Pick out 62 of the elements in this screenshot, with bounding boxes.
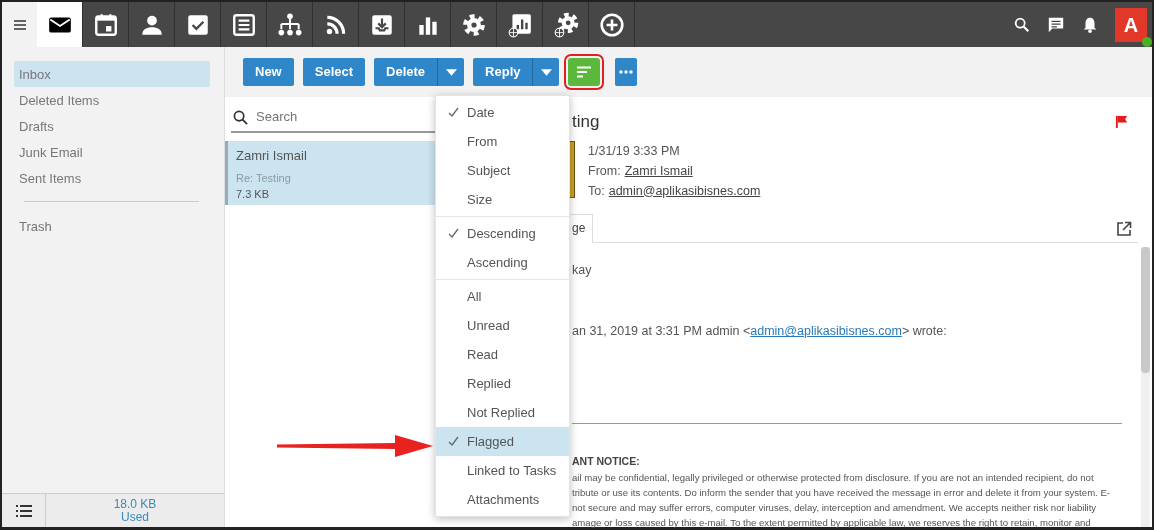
- menu-item[interactable]: All: [436, 282, 569, 311]
- notice-text: ail may be confidential, legally privileged or otherwise protected from disclosure. If you are not an intended recipient, do not: [571, 470, 1095, 485]
- storage-used-label: 18.0 KB Used: [112, 496, 158, 526]
- calendar-icon: [92, 11, 119, 38]
- from-label: From:: [588, 162, 621, 180]
- more-icon: [619, 70, 634, 74]
- more-button[interactable]: [615, 58, 638, 86]
- hierarchy-icon: [276, 11, 303, 38]
- caret-icon: [445, 68, 457, 76]
- dropdown-toggle-button[interactable]: [437, 58, 465, 86]
- search-icon[interactable]: [1013, 15, 1031, 34]
- menu-item[interactable]: Ascending: [436, 248, 569, 277]
- dropdown-toggle-button[interactable]: [532, 58, 560, 86]
- menu-item[interactable]: Attachments: [436, 485, 569, 514]
- recipient-link[interactable]: admin@aplikasibisnes.com: [608, 180, 761, 201]
- email-body-text: kay: [571, 261, 593, 279]
- folder-item[interactable]: Sent Items: [14, 165, 210, 191]
- menu-item[interactable]: Unread: [436, 311, 569, 340]
- notice-heading: ANT NOTICE:: [571, 454, 641, 469]
- sort-icon: [576, 66, 593, 78]
- folder-item[interactable]: Trash: [14, 213, 210, 239]
- message-subject: Re: Testing: [236, 170, 292, 186]
- document-icon: [230, 11, 257, 38]
- menu-item[interactable]: Read: [436, 340, 569, 369]
- settings-icon: [460, 11, 487, 38]
- toolbar-button[interactable]: Reply: [473, 58, 533, 86]
- folder-item[interactable]: Junk Email: [14, 139, 210, 165]
- menu-item[interactable]: Date: [436, 98, 569, 127]
- toolbar-button[interactable]: New: [243, 58, 294, 86]
- message-size: 7.3 KB: [236, 187, 271, 202]
- scrollbar[interactable]: [1141, 247, 1150, 527]
- sender-name: Zamri Ismail: [236, 147, 308, 165]
- email-subject: ting: [572, 111, 600, 133]
- toolbar-button[interactable]: Select: [302, 58, 366, 86]
- email-link[interactable]: admin@aplikasibisnes.com: [750, 324, 902, 339]
- search-icon: [233, 109, 248, 125]
- menu-item[interactable]: Linked to Tasks: [436, 456, 569, 485]
- menu-item[interactable]: Flagged: [436, 427, 569, 456]
- menu-item[interactable]: Not Replied: [436, 398, 569, 427]
- to-label: To:: [588, 182, 605, 200]
- gear-globe-icon: [552, 11, 579, 38]
- menu-item[interactable]: Replied: [436, 369, 569, 398]
- app-tab[interactable]: [37, 2, 83, 47]
- toolbar-button[interactable]: Delete: [374, 58, 438, 86]
- search-field[interactable]: Search: [254, 106, 424, 128]
- notification-icon[interactable]: [1081, 15, 1099, 34]
- caret-icon: [541, 68, 552, 76]
- notice-text: not secure and may suffer errors, computer viruses, delay, interception and amendment. We accepts neither risk nor liability: [571, 500, 1098, 515]
- external-link-icon[interactable]: [1116, 220, 1132, 237]
- chat-icon[interactable]: [1047, 15, 1065, 34]
- user-avatar[interactable]: A: [1115, 7, 1147, 42]
- add-icon: [598, 11, 625, 38]
- folder-item[interactable]: Drafts: [14, 113, 210, 139]
- notice-text: amage or loss caused by this e-mail. To the extent permitted by applicable law, we reserves the right to retain, monitor and: [571, 515, 1092, 530]
- sender-link[interactable]: Zamri Ismail: [624, 160, 693, 181]
- flag-icon[interactable]: [1115, 115, 1128, 129]
- list-icon[interactable]: [14, 503, 33, 518]
- notice-text: tribute or use its contents. Do inform the sender that you have received the message in error and delete it from your system. E-: [571, 485, 1112, 500]
- chart-globe-icon: [506, 11, 533, 38]
- folder-item[interactable]: Inbox: [14, 61, 210, 87]
- folder-item[interactable]: Deleted Items: [14, 87, 210, 113]
- email-date: 1/31/19 3:33 PM: [588, 143, 680, 158]
